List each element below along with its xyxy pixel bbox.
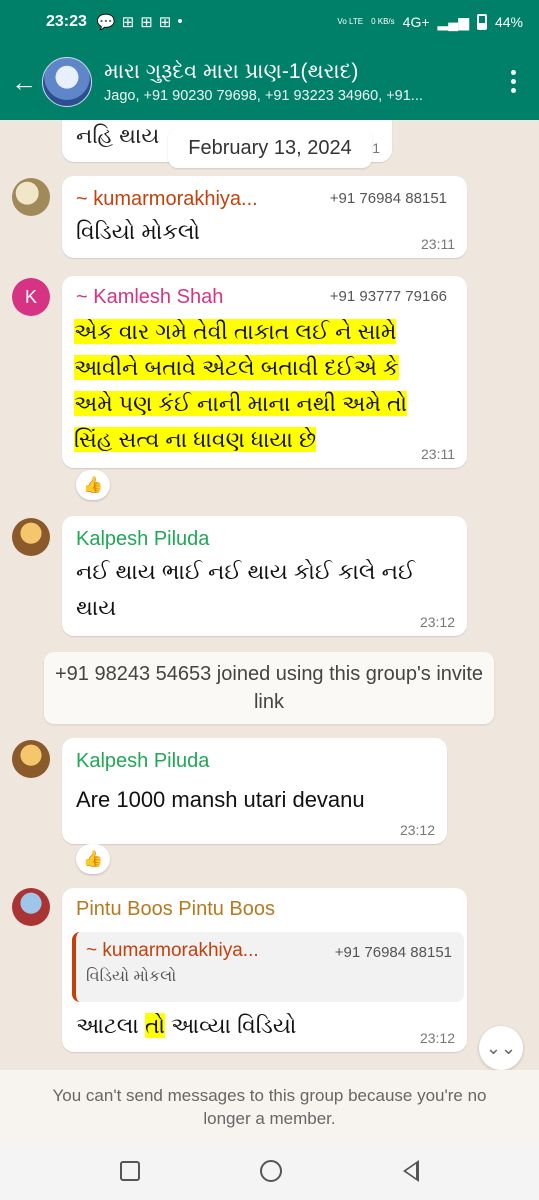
sender-name[interactable]: Pintu Boos Pintu Boos [76, 898, 275, 921]
more-options-icon[interactable] [511, 70, 517, 93]
thumbs-up-reaction-icon[interactable]: 👍 [76, 844, 110, 874]
message-text: એક વાર ગમે તેવી તાકાત લઈ ને સામે આવીને બ… [74, 314, 444, 458]
message-time: 23:12 [419, 1030, 455, 1046]
message-line: એક વાર ગમે તેવી તાકાત લઈ ને સામે [74, 319, 397, 344]
quoted-phone: +91 76984 88151 [334, 944, 452, 961]
dot-icon: • [177, 13, 183, 30]
not-member-notice: You can't send messages to this group be… [0, 1070, 539, 1142]
message-bubble[interactable]: Kalpesh Piluda Are 1000 mansh utari deva… [62, 738, 447, 844]
message-time: 23:11 [421, 236, 455, 252]
sender-name[interactable]: ~ Kamlesh Shah [76, 286, 223, 309]
date-chip: February 13, 2024 [168, 128, 372, 168]
notification-icons: 💬 ⊞ ⊞ ⊞ • [97, 13, 183, 31]
message-text: નહિ થાય [76, 123, 160, 148]
sender-name[interactable]: Kalpesh Piluda [76, 528, 209, 551]
group-info[interactable]: મારા ગુરૂદેવ મારા પ્રાણ-1(થરાદ) Jago, +9… [104, 60, 494, 104]
message-bubble[interactable]: ~ Kamlesh Shah +91 93777 79166 એક વાર ગમ… [62, 276, 467, 468]
message-line: થાય [76, 595, 117, 620]
app-notification-icon: ⊞ [121, 14, 135, 31]
quoted-message[interactable]: ~ kumarmorakhiya... +91 76984 88151 વિડિ… [72, 932, 464, 1002]
system-message: +91 98243 54653 joined using this group'… [44, 652, 494, 724]
message-text: નઈ થાય ભાઈ નઈ થાય કોઈ કાલે નઈ થાય [76, 554, 415, 626]
message-text: Are 1000 mansh utari devanu [76, 787, 365, 812]
message-time: 1 [372, 140, 380, 156]
status-time: 23:23 [46, 13, 87, 30]
message-bubble[interactable]: Kalpesh Piluda નઈ થાય ભાઈ નઈ થાય કોઈ કાલ… [62, 516, 467, 636]
avatar[interactable] [12, 178, 50, 216]
highlighted-text: તો [144, 1013, 166, 1038]
message-line: નઈ થાય ભાઈ નઈ થાય કોઈ કાલે નઈ [76, 559, 416, 584]
status-bar: 23:23 💬 ⊞ ⊞ ⊞ • Vo LTE 0 KB/s 4G+ ▂▄▆ 44… [0, 0, 539, 44]
message-time: 23:12 [399, 822, 435, 838]
volte-icon: Vo LTE [337, 17, 364, 26]
chat-header[interactable]: ← મારા ગુરૂદેવ મારા પ્રાણ-1(થરાદ) Jago, … [0, 44, 539, 120]
home-icon[interactable] [260, 1160, 283, 1182]
battery-percent: 44% [494, 14, 523, 30]
group-avatar[interactable] [42, 57, 92, 107]
sender-name[interactable]: ~ kumarmorakhiya... [76, 188, 258, 211]
battery-icon [476, 14, 487, 30]
avatar[interactable] [12, 888, 50, 926]
net-speed: 0 KB/s [371, 17, 395, 26]
back-arrow-icon[interactable]: ← [6, 64, 42, 100]
group-members: Jago, +91 90230 79698, +91 93223 34960, … [104, 88, 423, 104]
back-icon[interactable] [402, 1160, 419, 1182]
app-notification-icon: ⊞ [158, 14, 172, 31]
chat-area[interactable]: નહિ થાય 1 February 13, 2024 ~ kumarmorak… [0, 120, 539, 1070]
message-text-part: આટલા [76, 1013, 145, 1038]
quoted-text: વિડિયો મોકલો [86, 968, 177, 985]
sender-name[interactable]: Kalpesh Piluda [76, 750, 209, 773]
app-notification-icon: ⊞ [140, 14, 153, 31]
message-time: 23:11 [421, 446, 455, 462]
scroll-down-icon[interactable]: ⌄⌄ [479, 1026, 523, 1070]
message-text-part: આવ્યા વિડિયો [165, 1013, 297, 1038]
sender-phone: +91 93777 79166 [329, 288, 447, 305]
group-title: મારા ગુરૂદેવ મારા પ્રાણ-1(થરાદ) [104, 60, 359, 83]
message-time: 23:12 [419, 614, 455, 630]
signal-icon: ▂▄▆ [437, 13, 469, 30]
message-text: વિડિયો મોકલો [76, 219, 201, 244]
message-line: સિંહ સત્વ ના ધાવણ ધાયા છે [74, 427, 316, 452]
sender-phone: +91 76984 88151 [329, 190, 447, 207]
recents-icon[interactable] [120, 1161, 141, 1181]
message-line: આવીને બતાવે એટલે બતાવી દઈએ કે [74, 355, 399, 380]
avatar[interactable]: K [12, 278, 50, 316]
message-text: આટલા તો આવ્યા વિડિયો [76, 1008, 296, 1044]
network-type: 4G+ [402, 14, 430, 30]
message-line: અમે પણ કંઈ નાની માના નથી અમે તો [74, 391, 408, 416]
avatar[interactable] [12, 740, 50, 778]
chat-notification-icon: 💬 [96, 14, 116, 31]
avatar[interactable] [12, 518, 50, 556]
thumbs-up-reaction-icon[interactable]: 👍 [76, 470, 110, 500]
message-bubble[interactable]: Pintu Boos Pintu Boos ~ kumarmorakhiya..… [62, 888, 467, 1052]
system-nav-bar [0, 1142, 539, 1200]
message-bubble[interactable]: ~ kumarmorakhiya... +91 76984 88151 વિડિ… [62, 176, 467, 258]
